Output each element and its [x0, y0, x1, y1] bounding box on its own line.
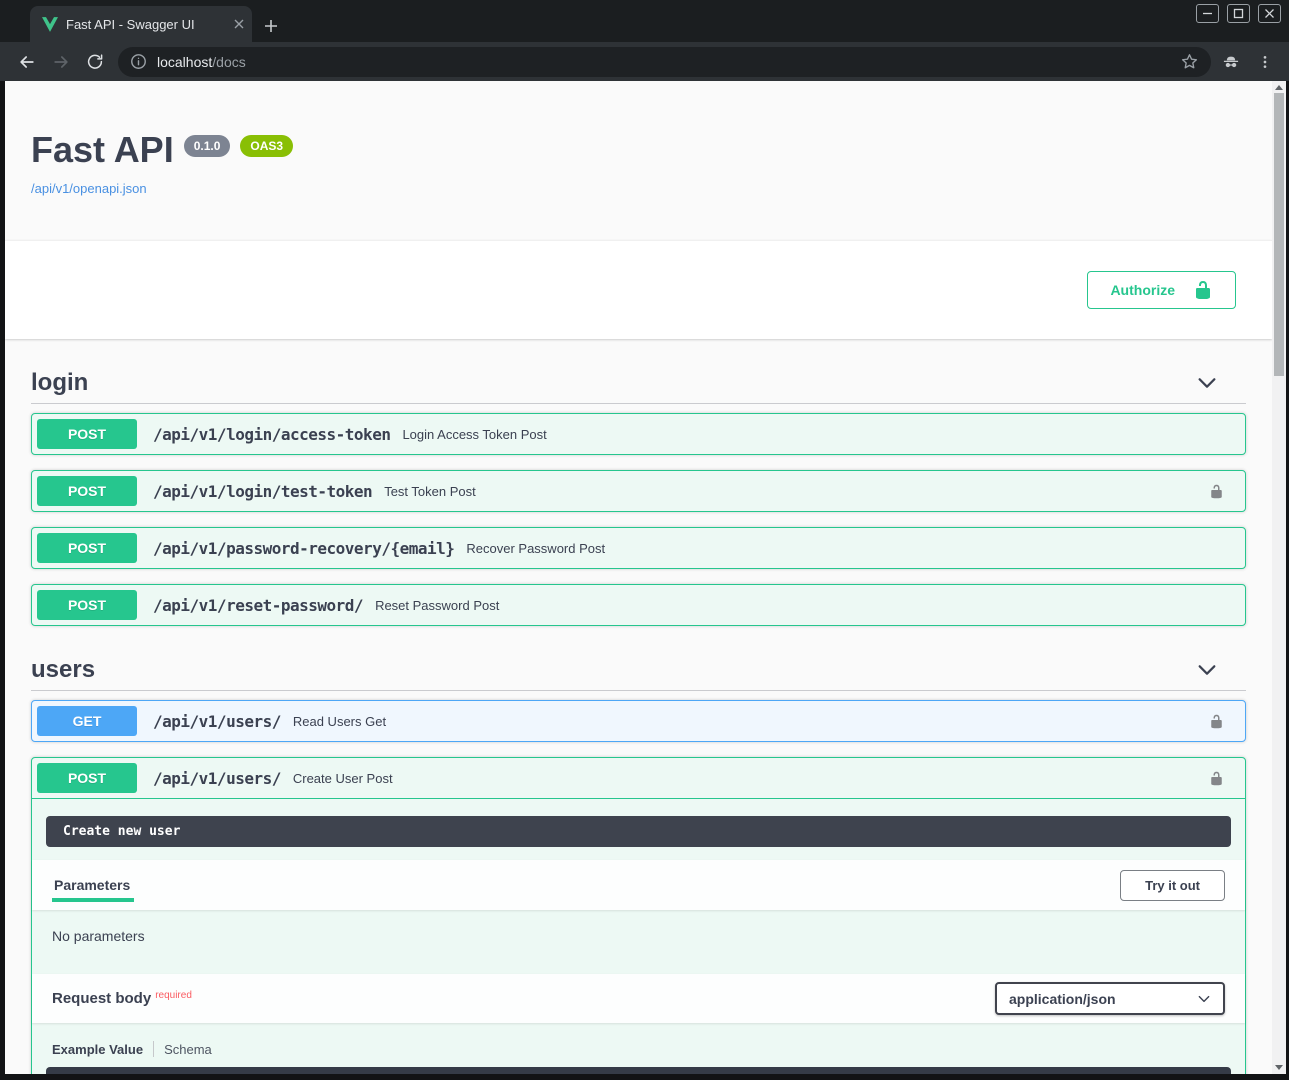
- endpoint-path: /api/v1/login/test-token: [153, 482, 372, 501]
- tab-schema[interactable]: Schema: [164, 1042, 212, 1057]
- select-chevron-icon: [1197, 992, 1211, 1006]
- endpoint-row[interactable]: POST /api/v1/reset-password/ Reset Passw…: [31, 584, 1246, 626]
- url-text[interactable]: localhost/docs: [157, 54, 1170, 70]
- auth-lock-icon[interactable]: [1209, 714, 1224, 729]
- back-icon[interactable]: [10, 47, 44, 77]
- endpoint-row[interactable]: POST /api/v1/login/test-token Test Token…: [31, 470, 1246, 512]
- tab-strip: Fast API - Swagger UI: [0, 0, 1289, 42]
- scrollbar-thumb[interactable]: [1274, 93, 1284, 376]
- vue-favicon-icon: [42, 17, 58, 32]
- endpoint-row-expanded: POST /api/v1/users/ Create User Post Cre…: [31, 757, 1246, 1074]
- tab-divider: [153, 1041, 154, 1057]
- url-path: /docs: [212, 54, 245, 70]
- maximize-icon[interactable]: [1227, 4, 1250, 23]
- authorize-button[interactable]: Authorize: [1087, 271, 1236, 309]
- required-flag: required: [155, 990, 192, 1001]
- url-host: localhost: [157, 54, 212, 70]
- section-users-endpoints: GET /api/v1/users/ Read Users Get POST /…: [31, 700, 1246, 1074]
- try-it-out-button[interactable]: Try it out: [1120, 870, 1225, 901]
- example-code-block[interactable]: {: [46, 1067, 1231, 1074]
- endpoint-summary: Create User Post: [293, 771, 393, 786]
- method-badge: POST: [37, 533, 137, 563]
- endpoint-row[interactable]: POST /api/v1/login/access-token Login Ac…: [31, 413, 1246, 455]
- content-type-value: application/json: [1009, 991, 1197, 1007]
- method-badge: POST: [37, 419, 137, 449]
- authorize-label: Authorize: [1110, 282, 1175, 298]
- browser-chrome: Fast API - Swagger UI: [0, 0, 1289, 81]
- section-header-login[interactable]: login: [31, 359, 1246, 404]
- openapi-spec-link[interactable]: /api/v1/openapi.json: [31, 181, 147, 196]
- api-info: Fast API 0.1.0 OAS3 /api/v1/openapi.json: [5, 81, 1272, 198]
- swagger-page: Fast API 0.1.0 OAS3 /api/v1/openapi.json…: [5, 81, 1272, 1074]
- endpoint-row[interactable]: GET /api/v1/users/ Read Users Get: [31, 700, 1246, 742]
- window-controls: [1196, 4, 1281, 23]
- parameters-header: Parameters Try it out: [32, 860, 1245, 910]
- reload-icon[interactable]: [78, 47, 112, 77]
- request-body-header: Request bodyrequired application/json: [32, 974, 1245, 1023]
- new-tab-icon[interactable]: [264, 19, 278, 33]
- endpoint-summary: Read Users Get: [293, 714, 386, 729]
- scroll-up-arrow-icon[interactable]: [1275, 85, 1283, 90]
- minimize-icon[interactable]: [1196, 4, 1219, 23]
- browser-toolbar: localhost/docs: [0, 42, 1289, 81]
- section-title: login: [31, 369, 88, 397]
- browser-menu-icon[interactable]: [1257, 54, 1273, 70]
- endpoint-summary: Login Access Token Post: [402, 427, 546, 442]
- request-body-label: Request bodyrequired: [52, 990, 192, 1007]
- model-example: Example Value Schema {: [32, 1023, 1245, 1074]
- forward-icon[interactable]: [44, 47, 78, 77]
- section-header-users[interactable]: users: [31, 646, 1246, 691]
- tab-example-value[interactable]: Example Value: [52, 1042, 143, 1057]
- method-badge: POST: [37, 590, 137, 620]
- scheme-container: Authorize: [5, 240, 1272, 339]
- endpoint-path: /api/v1/users/: [153, 712, 281, 731]
- address-bar[interactable]: localhost/docs: [118, 47, 1211, 77]
- tab-close-icon[interactable]: [234, 19, 244, 29]
- no-parameters-text: No parameters: [32, 910, 1245, 964]
- incognito-icon: [1221, 52, 1241, 72]
- page-scrollbar[interactable]: [1272, 81, 1286, 1074]
- section-login-endpoints: POST /api/v1/login/access-token Login Ac…: [31, 413, 1246, 626]
- bookmark-star-icon[interactable]: [1180, 52, 1199, 71]
- endpoint-summary-bar[interactable]: POST /api/v1/users/ Create User Post: [32, 758, 1245, 799]
- endpoint-path: /api/v1/login/access-token: [153, 425, 390, 444]
- toolbar-right: [1221, 52, 1277, 72]
- close-icon[interactable]: [1258, 4, 1281, 23]
- endpoint-path: /api/v1/users/: [153, 769, 281, 788]
- site-info-icon[interactable]: [130, 53, 147, 70]
- auth-lock-icon[interactable]: [1209, 771, 1224, 786]
- browser-tab[interactable]: Fast API - Swagger UI: [30, 6, 252, 42]
- tab-parameters: Parameters: [52, 868, 132, 902]
- method-badge: GET: [37, 706, 137, 736]
- unlock-icon: [1193, 280, 1213, 300]
- endpoint-summary: Test Token Post: [384, 484, 476, 499]
- endpoint-row[interactable]: POST /api/v1/password-recovery/{email} R…: [31, 527, 1246, 569]
- section-title: users: [31, 656, 95, 684]
- operation-description: Create new user: [46, 816, 1231, 847]
- scroll-down-arrow-icon[interactable]: [1275, 1065, 1283, 1070]
- page-title: Fast API: [31, 129, 174, 171]
- endpoint-path: /api/v1/password-recovery/{email}: [153, 539, 454, 558]
- content-type-select[interactable]: application/json: [995, 982, 1225, 1015]
- version-badge: 0.1.0: [184, 135, 231, 157]
- chevron-down-icon[interactable]: [1196, 659, 1218, 681]
- tab-title: Fast API - Swagger UI: [66, 17, 226, 32]
- endpoint-summary: Reset Password Post: [375, 598, 499, 613]
- example-tabs: Example Value Schema: [46, 1041, 1231, 1057]
- auth-lock-icon[interactable]: [1209, 484, 1224, 499]
- operation-body: Create new user Parameters Try it out No…: [32, 816, 1245, 1074]
- chevron-down-icon[interactable]: [1196, 372, 1218, 394]
- oas3-badge: OAS3: [240, 135, 293, 157]
- method-badge: POST: [37, 763, 137, 793]
- endpoint-summary: Recover Password Post: [466, 541, 605, 556]
- endpoint-path: /api/v1/reset-password/: [153, 596, 363, 615]
- method-badge: POST: [37, 476, 137, 506]
